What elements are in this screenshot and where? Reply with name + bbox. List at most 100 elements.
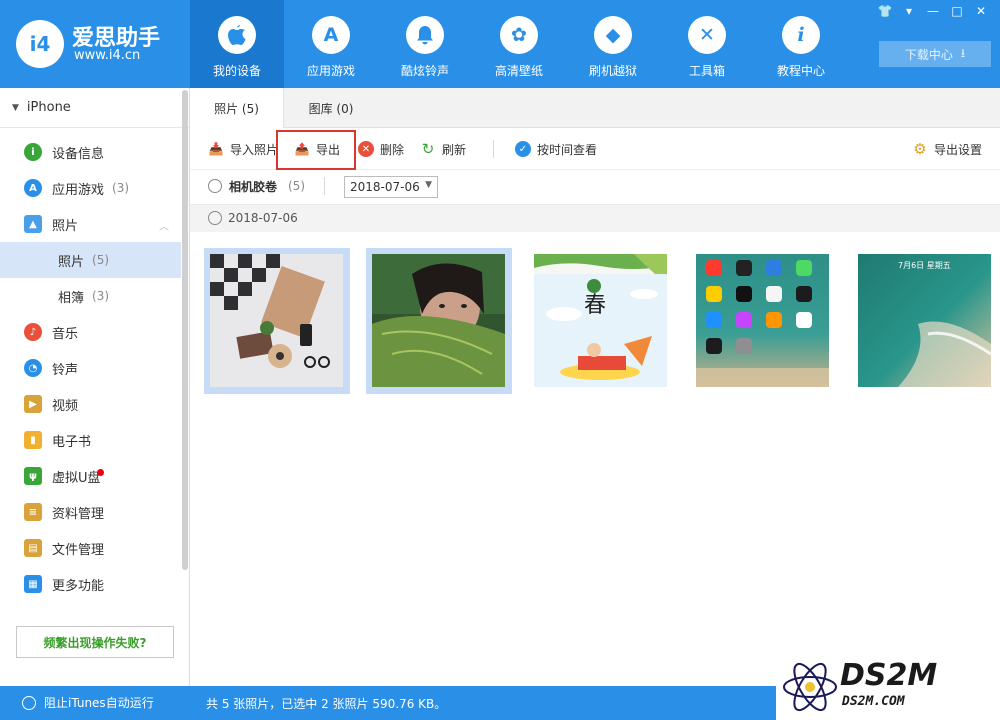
dropbox-icon: ◆ bbox=[594, 16, 632, 54]
file-icon: ▤ bbox=[24, 539, 42, 557]
sidebar-item-label: 相簿 bbox=[58, 290, 85, 306]
nav-label: 工具箱 bbox=[688, 64, 725, 78]
flatlay-photo bbox=[210, 254, 343, 387]
nav-wallpapers[interactable]: ✿ 高清壁纸 bbox=[472, 0, 566, 88]
lockscreen-date: 7月6日 星期五 bbox=[898, 261, 951, 270]
tab-gallery[interactable]: 图库 (0) bbox=[284, 88, 378, 128]
frequent-failure-button[interactable]: 频繁出现操作失败? bbox=[16, 626, 174, 658]
sidebar-item-label: 更多功能 bbox=[52, 578, 105, 594]
window-controls: 👕 ▾ — □ ✕ bbox=[874, 2, 992, 20]
nav-flash-jailbreak[interactable]: ◆ 刷机越狱 bbox=[566, 0, 660, 88]
device-name: iPhone bbox=[26, 100, 71, 115]
watermark: DS2M DS2M.COM bbox=[776, 654, 1000, 720]
sidebar-item-virtual-usb[interactable]: ψ 虚拟U盘 bbox=[0, 458, 181, 494]
sidebar-item-count: (3) bbox=[92, 289, 110, 303]
flower-icon: ✿ bbox=[500, 16, 538, 54]
maximize-icon[interactable]: □ bbox=[946, 2, 968, 20]
tab-photos[interactable]: 照片 (5) bbox=[190, 88, 284, 128]
date-select-value: 2018-07-06 bbox=[350, 180, 420, 194]
photo-thumbnail[interactable] bbox=[204, 248, 350, 394]
watermark-url: DS2M.COM bbox=[842, 694, 905, 709]
device-selector[interactable]: ▼ iPhone bbox=[0, 88, 189, 128]
caret-down-icon: ▼ bbox=[12, 102, 19, 113]
selection-summary: 共 5 张照片，已选中 2 张照片 590.76 KB。 bbox=[206, 697, 447, 711]
import-photos-button[interactable]: 📥 导入照片 bbox=[208, 134, 279, 164]
import-icon: 📥 bbox=[208, 142, 224, 156]
download-icon: ⭳ bbox=[960, 45, 966, 60]
info-icon: i bbox=[782, 16, 820, 54]
book-icon: ▮ bbox=[24, 431, 42, 449]
nav-label: 应用游戏 bbox=[306, 64, 355, 78]
date-group-radio[interactable] bbox=[208, 211, 222, 225]
sidebar-item-label: 视频 bbox=[52, 398, 79, 414]
sidebar-scrollbar[interactable] bbox=[182, 90, 188, 570]
sidebar-item-ringtones[interactable]: ◔ 铃声 bbox=[0, 350, 181, 386]
main-nav: 我的设备 A 应用游戏 酷炫铃声 ✿ 高清壁纸 ◆ 刷机越狱 ✕ 工具箱 i 教… bbox=[190, 0, 848, 88]
date-select[interactable]: 2018-07-06 ▼ bbox=[344, 176, 438, 198]
sidebar-item-ebooks[interactable]: ▮ 电子书 bbox=[0, 422, 181, 458]
view-by-time-button[interactable]: ✓ 按时间查看 bbox=[515, 134, 597, 164]
app-url: www.i4.cn bbox=[74, 48, 141, 63]
illustration-photo: 春 bbox=[534, 254, 667, 387]
shirt-icon[interactable]: 👕 bbox=[874, 2, 896, 20]
delete-button[interactable]: ✕ 删除 bbox=[358, 134, 404, 164]
nav-toolbox[interactable]: ✕ 工具箱 bbox=[660, 0, 754, 88]
document-icon: ≡ bbox=[24, 503, 42, 521]
nav-my-device[interactable]: 我的设备 bbox=[190, 0, 284, 88]
sidebar-item-apps[interactable]: A 应用游戏 (3) bbox=[0, 170, 181, 206]
bell-icon: ◔ bbox=[24, 359, 42, 377]
sidebar-item-video[interactable]: ▶ 视频 bbox=[0, 386, 181, 422]
apple-icon bbox=[218, 16, 256, 54]
photo-icon: ▲ bbox=[24, 215, 42, 233]
sidebar-item-label: 铃声 bbox=[52, 362, 79, 378]
sidebar-item-label: 音乐 bbox=[52, 326, 79, 342]
minimize-icon[interactable]: — bbox=[922, 2, 944, 20]
refresh-button[interactable]: ↻ 刷新 bbox=[420, 134, 466, 164]
sidebar-item-photos[interactable]: ▲ 照片 ︿ bbox=[0, 206, 181, 242]
sidebar-item-data-management[interactable]: ≡ 资料管理 bbox=[0, 494, 181, 530]
chevron-up-icon[interactable]: ︿ bbox=[159, 218, 169, 233]
block-itunes-toggle[interactable]: 阻止iTunes自动运行 bbox=[22, 694, 154, 711]
menu-icon[interactable]: ▾ bbox=[898, 2, 920, 20]
sidebar-item-label: 资料管理 bbox=[52, 506, 105, 522]
nav-tutorials[interactable]: i 教程中心 bbox=[754, 0, 848, 88]
export-button[interactable]: 📤 导出 bbox=[294, 134, 341, 164]
view-by-time-label: 按时间查看 bbox=[537, 142, 598, 157]
export-settings-button[interactable]: ⚙ 导出设置 bbox=[912, 134, 982, 164]
refresh-icon: ↻ bbox=[421, 140, 435, 158]
delete-label: 删除 bbox=[380, 142, 405, 157]
block-itunes-radio[interactable] bbox=[22, 695, 36, 710]
nav-ringtones[interactable]: 酷炫铃声 bbox=[378, 0, 472, 88]
date-group-header: 2018-07-06 bbox=[190, 204, 1000, 232]
import-label: 导入照片 bbox=[230, 142, 279, 157]
album-radio[interactable] bbox=[208, 179, 222, 193]
sidebar-item-more[interactable]: ▦ 更多功能 bbox=[0, 566, 181, 602]
sidebar-list: i 设备信息 A 应用游戏 (3) ▲ 照片 ︿ 照片 (5) 相簿 (3) ♪… bbox=[0, 128, 189, 602]
sidebar-item-music[interactable]: ♪ 音乐 bbox=[0, 314, 181, 350]
photo-thumbnail[interactable] bbox=[366, 248, 512, 394]
app-logo: i4 爱思助手 www.i4.cn bbox=[16, 18, 186, 70]
photo-thumbnail[interactable] bbox=[690, 248, 836, 394]
sidebar-item-albums[interactable]: 相簿 (3) bbox=[0, 278, 181, 314]
sidebar-item-photos-sub[interactable]: 照片 (5) bbox=[0, 242, 181, 278]
i4-logo-icon: i4 bbox=[16, 20, 64, 68]
chevron-down-icon: ▼ bbox=[425, 180, 432, 190]
filter-divider bbox=[324, 177, 325, 195]
atom-logo-icon bbox=[783, 662, 837, 712]
main-panel: 照片 (5) 图库 (0) 📥 导入照片 📤 导出 ✕ 删除 ↻ 刷新 ✓ 按时… bbox=[190, 88, 1000, 686]
sidebar-item-count: (5) bbox=[92, 253, 110, 267]
download-center-label: 下载中心 bbox=[904, 47, 953, 62]
nav-app-games[interactable]: A 应用游戏 bbox=[284, 0, 378, 88]
lockscreen-photo: 7月6日 星期五 bbox=[858, 254, 991, 387]
sidebar-item-device-info[interactable]: i 设备信息 bbox=[0, 134, 181, 170]
toolbar-divider bbox=[493, 140, 494, 158]
export-icon: 📤 bbox=[294, 142, 310, 156]
close-icon[interactable]: ✕ bbox=[970, 2, 992, 20]
photo-thumbnail[interactable]: 7月6日 星期五 bbox=[852, 248, 998, 394]
watermark-text: DS2M bbox=[840, 658, 938, 693]
sidebar-item-label: 虚拟U盘 bbox=[52, 470, 101, 486]
photo-thumbnail[interactable]: 春 bbox=[528, 248, 674, 394]
download-center-button[interactable]: 下载中心 ⭳ bbox=[879, 41, 991, 67]
refresh-label: 刷新 bbox=[442, 142, 467, 157]
sidebar-item-file-management[interactable]: ▤ 文件管理 bbox=[0, 530, 181, 566]
